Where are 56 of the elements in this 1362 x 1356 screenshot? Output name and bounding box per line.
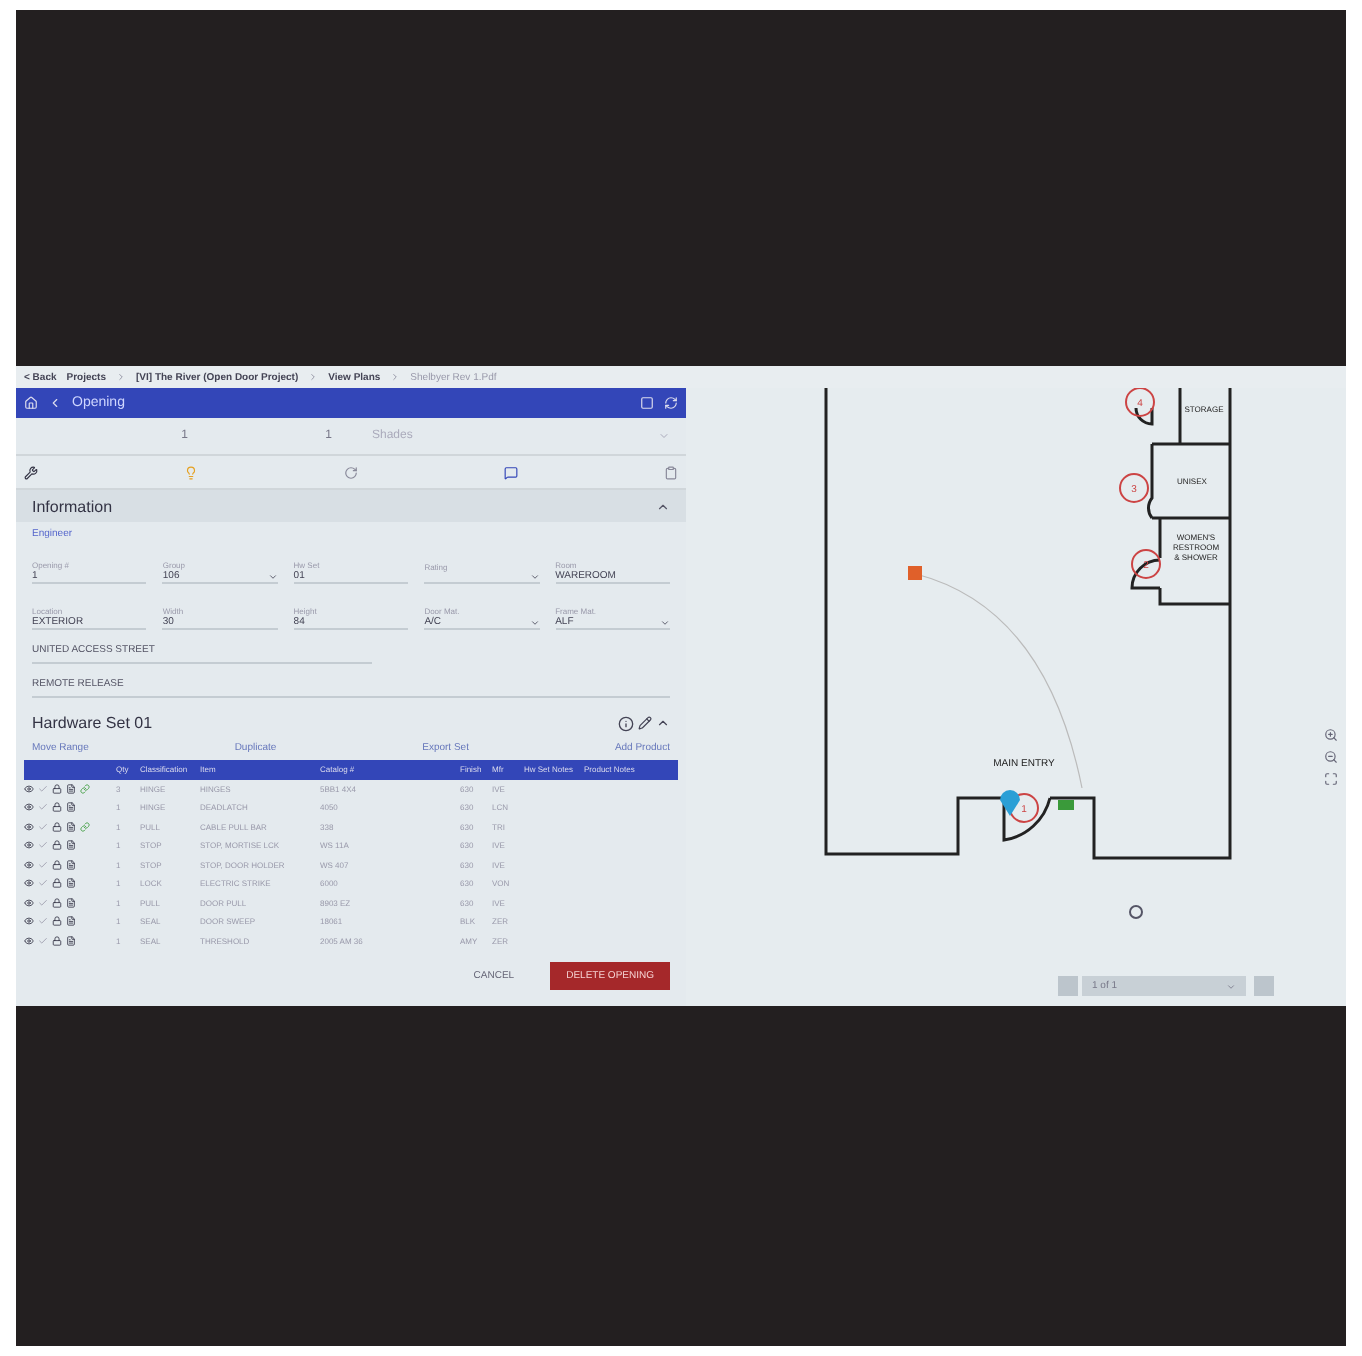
clipboard-icon[interactable] — [664, 465, 678, 479]
lock-icon[interactable] — [52, 897, 62, 908]
hardware-marker[interactable] — [1058, 800, 1074, 810]
lock-icon[interactable] — [52, 821, 62, 832]
separator-icon — [116, 372, 126, 382]
document-icon[interactable] — [66, 859, 76, 870]
separator-icon — [308, 372, 319, 382]
document-icon[interactable] — [66, 916, 76, 927]
info-icon[interactable] — [618, 715, 634, 731]
document-icon[interactable] — [66, 840, 76, 851]
lock-icon[interactable] — [52, 878, 62, 889]
collapse-icon[interactable] — [656, 716, 670, 730]
lock-icon[interactable] — [52, 859, 62, 870]
caret-icon — [529, 617, 540, 627]
document-icon[interactable] — [66, 802, 76, 813]
section-title: Information — [32, 497, 113, 515]
caret-icon — [658, 430, 670, 442]
eye-icon[interactable] — [24, 916, 34, 927]
eye-icon[interactable] — [24, 783, 34, 794]
eye-icon[interactable] — [24, 821, 34, 832]
location-pin-icon[interactable] — [1000, 790, 1020, 816]
window-icon[interactable] — [640, 396, 654, 410]
document-icon[interactable] — [66, 935, 76, 946]
eye-icon[interactable] — [24, 859, 34, 870]
eye-icon[interactable] — [24, 897, 34, 908]
home-icon[interactable] — [24, 396, 38, 410]
caret-icon — [660, 617, 670, 627]
caret-icon — [529, 572, 540, 582]
back-icon[interactable] — [48, 396, 62, 410]
caret-icon — [267, 571, 278, 581]
document-icon[interactable] — [66, 897, 76, 908]
lock-icon[interactable] — [52, 840, 62, 851]
caret-icon — [1226, 981, 1236, 991]
eye-icon[interactable] — [24, 935, 34, 946]
section-title: Hardware Set 01 — [32, 714, 153, 732]
wrench-icon[interactable] — [24, 465, 38, 479]
eye-icon[interactable] — [24, 802, 34, 813]
lock-icon[interactable] — [52, 935, 62, 946]
zoom-out-icon[interactable] — [1324, 750, 1338, 764]
lock-icon[interactable] — [52, 783, 62, 794]
document-icon[interactable] — [66, 878, 76, 889]
refresh-icon[interactable] — [664, 396, 678, 410]
separator-icon — [390, 372, 401, 382]
rotate-icon[interactable] — [344, 465, 358, 479]
document-icon[interactable] — [66, 821, 76, 832]
eye-icon[interactable] — [24, 840, 34, 851]
lock-icon[interactable] — [52, 916, 62, 927]
zoom-in-icon[interactable] — [1324, 728, 1338, 742]
fit-icon[interactable] — [1324, 772, 1338, 786]
pencil-icon[interactable] — [638, 716, 652, 730]
collapse-icon[interactable] — [656, 499, 670, 513]
hardware-marker[interactable] — [908, 566, 922, 580]
document-icon[interactable] — [66, 783, 76, 794]
comment-icon[interactable] — [504, 465, 518, 479]
lock-icon[interactable] — [52, 802, 62, 813]
eye-icon[interactable] — [24, 878, 34, 889]
